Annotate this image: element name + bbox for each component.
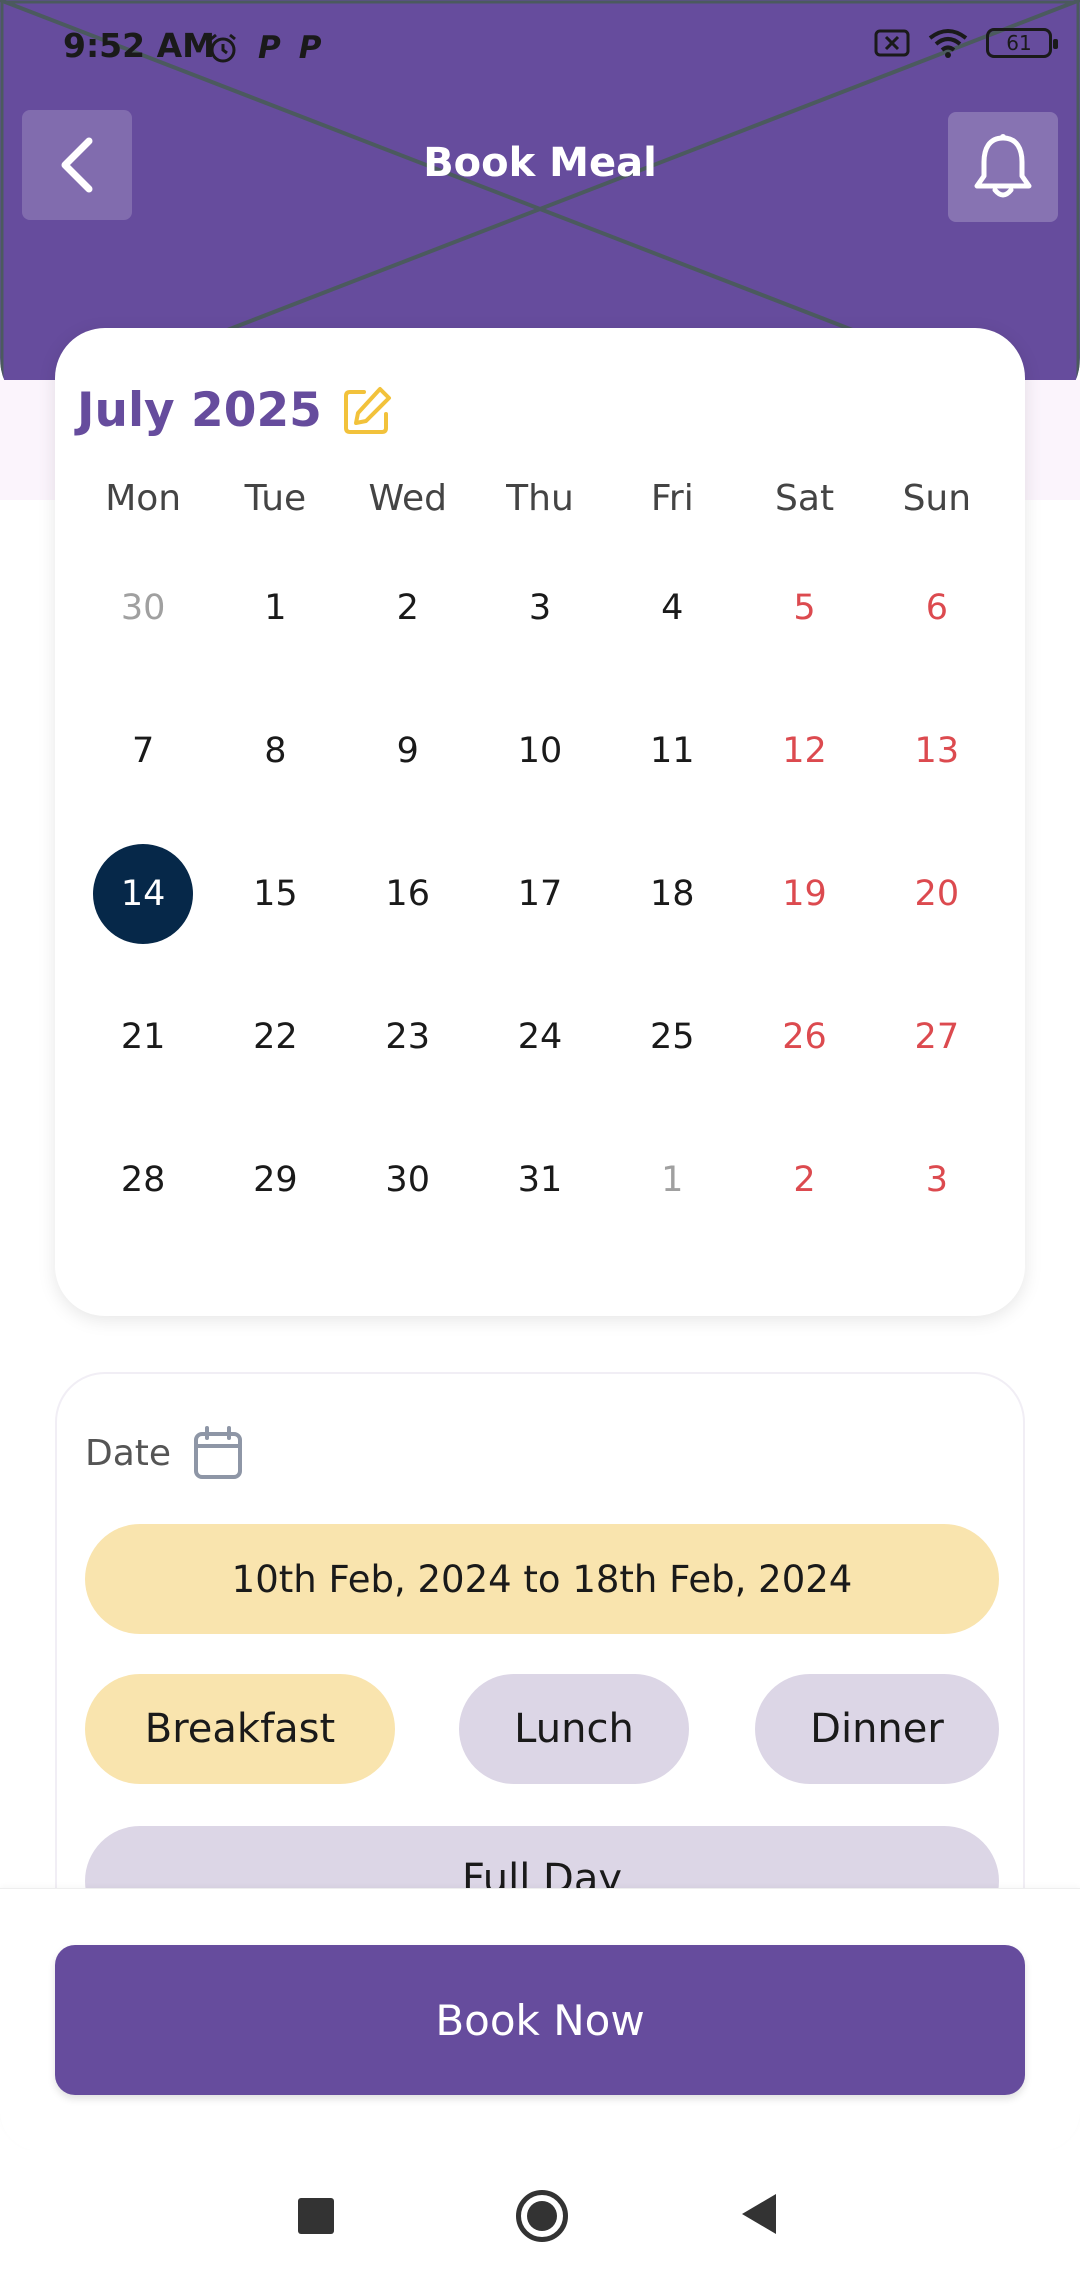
calendar-week: 28 29 30 31 1 2 3	[77, 1130, 1003, 1273]
calendar-day[interactable]: 30	[77, 558, 209, 658]
status-right-icons: 61	[874, 28, 1058, 58]
calendar-day[interactable]: 26	[738, 987, 870, 1087]
calendar-week: 14 15 16 17 18 19 20	[77, 844, 1003, 987]
date-label: Date	[85, 1432, 172, 1474]
calendar-icon[interactable]	[193, 1426, 243, 1480]
status-time: 9:52 AM	[63, 26, 215, 65]
calendar-day[interactable]: 20	[871, 844, 1003, 944]
weekday-label: Sun	[902, 478, 972, 519]
calendar-day[interactable]: 2	[738, 1130, 870, 1230]
calendar-day[interactable]: 8	[209, 701, 341, 801]
system-navigation-bar	[0, 2150, 1080, 2280]
page-title: Book Meal	[423, 140, 657, 186]
alarm-icon	[210, 33, 236, 63]
back-triangle-icon[interactable]	[742, 2194, 776, 2234]
weekday-label: Mon	[105, 478, 182, 519]
meal-option-dinner[interactable]: Dinner	[755, 1674, 999, 1784]
calendar-card: July 2025 Mon Tue Wed Thu Fri Sat Sun 30…	[55, 328, 1025, 1316]
calendar-day[interactable]: 1	[209, 558, 341, 658]
calendar-day[interactable]: 19	[738, 844, 870, 944]
calendar-day[interactable]: 11	[606, 701, 738, 801]
calendar-week: 21 22 23 24 25 26 27	[77, 987, 1003, 1130]
edit-icon[interactable]	[340, 384, 394, 438]
date-range-pill[interactable]: 10th Feb, 2024 to 18th Feb, 2024	[85, 1524, 999, 1634]
meal-option-breakfast[interactable]: Breakfast	[85, 1674, 395, 1784]
weekday-label: Sat	[775, 478, 835, 519]
calendar-day[interactable]: 3	[871, 1130, 1003, 1230]
calendar-day[interactable]: 12	[738, 701, 870, 801]
bottom-action-panel: Book Now	[0, 1888, 1080, 2151]
calendar-day[interactable]: 29	[209, 1130, 341, 1230]
date-row: Date	[85, 1426, 243, 1480]
calendar-day[interactable]: 16	[342, 844, 474, 944]
calendar-day[interactable]: 21	[77, 987, 209, 1087]
status-left-icons: P P	[206, 30, 321, 66]
calendar-day[interactable]: 23	[342, 987, 474, 1087]
calendar-day[interactable]: 3	[474, 558, 606, 658]
wifi-icon	[928, 29, 968, 58]
calendar-day[interactable]: 5	[738, 558, 870, 658]
calendar-day[interactable]: 27	[871, 987, 1003, 1087]
calendar-day[interactable]: 24	[474, 987, 606, 1087]
month-title: July 2025	[77, 383, 322, 438]
book-now-button[interactable]: Book Now	[55, 1945, 1025, 2095]
calendar-day[interactable]: 17	[474, 844, 606, 944]
home-icon[interactable]	[516, 2190, 568, 2242]
weekday-header: Mon Tue Wed Thu Fri Sat Sun	[77, 478, 1003, 519]
app-badge-icon: P	[298, 30, 322, 66]
month-header: July 2025	[77, 383, 394, 438]
calendar-day[interactable]: 10	[474, 701, 606, 801]
weekday-label: Fri	[650, 478, 694, 519]
calendar-day[interactable]: 2	[342, 558, 474, 658]
weekday-label: Tue	[244, 478, 307, 519]
calendar-day-selected[interactable]: 14	[77, 844, 209, 944]
meal-option-lunch[interactable]: Lunch	[459, 1674, 689, 1784]
battery-level: 61	[1006, 31, 1032, 55]
calendar-day[interactable]: 15	[209, 844, 341, 944]
app-badge-icon: P	[258, 30, 281, 66]
calendar-day[interactable]: 22	[209, 987, 341, 1087]
calendar-day[interactable]: 13	[871, 701, 1003, 801]
calendar-week: 7 8 9 10 11 12 13	[77, 701, 1003, 844]
calendar-week: 30 1 2 3 4 5 6	[77, 558, 1003, 701]
selected-day-label: 14	[120, 874, 166, 914]
calendar-day[interactable]: 31	[474, 1130, 606, 1230]
calendar-day[interactable]: 6	[871, 558, 1003, 658]
calendar-day[interactable]: 18	[606, 844, 738, 944]
recent-apps-icon[interactable]	[298, 2198, 334, 2234]
booking-options-card: Date 10th Feb, 2024 to 18th Feb, 2024 Br…	[55, 1372, 1025, 1972]
status-bar: 9:52 AM P P 61	[0, 0, 1080, 96]
weekday-label: Wed	[368, 478, 447, 519]
calendar-day[interactable]: 7	[77, 701, 209, 801]
calendar-day[interactable]: 25	[606, 987, 738, 1087]
calendar-grid: 30 1 2 3 4 5 6 7 8 9 10 11 12 13 14 15 1…	[77, 558, 1003, 1273]
calendar-day[interactable]: 4	[606, 558, 738, 658]
calendar-day[interactable]: 1	[606, 1130, 738, 1230]
battery-icon: 61	[986, 28, 1058, 58]
calendar-day[interactable]: 30	[342, 1130, 474, 1230]
notifications-button[interactable]	[948, 112, 1058, 222]
bell-icon	[974, 134, 1032, 198]
sim-off-icon	[874, 29, 910, 57]
weekday-label: Thu	[506, 478, 574, 519]
calendar-day[interactable]: 9	[342, 701, 474, 801]
calendar-day[interactable]: 28	[77, 1130, 209, 1230]
